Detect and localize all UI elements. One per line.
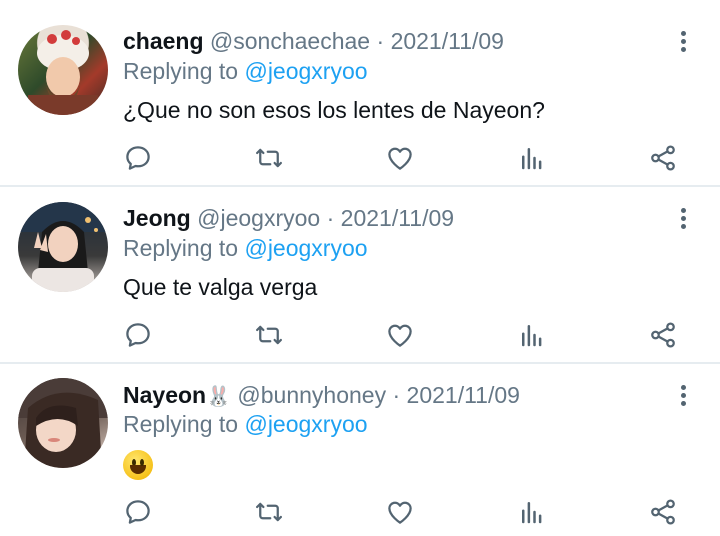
avatar[interactable]	[18, 202, 108, 292]
analytics-icon[interactable]	[515, 495, 549, 529]
user-handle[interactable]: @sonchaechae	[210, 28, 370, 54]
replying-prefix: Replying to	[123, 235, 239, 261]
tweet-actions	[0, 495, 720, 529]
more-options-icon[interactable]	[674, 205, 692, 233]
user-handle[interactable]: @bunnyhoney	[237, 382, 386, 408]
share-icon[interactable]	[646, 141, 680, 175]
separator: ·	[376, 28, 385, 54]
reply-icon[interactable]	[121, 495, 155, 529]
analytics-icon[interactable]	[515, 318, 549, 352]
display-name[interactable]: chaeng	[123, 28, 204, 54]
tweet-header: Jeong @jeogxryoo · 2021/11/09	[123, 204, 454, 232]
avatar-photo	[18, 378, 108, 468]
like-icon[interactable]	[383, 318, 417, 352]
tweet-header: Nayeon🐰 @bunnyhoney · 2021/11/09	[123, 381, 520, 411]
tweet[interactable]: Jeong @jeogxryoo · 2021/11/09 Replying t…	[0, 187, 720, 363]
mention-link[interactable]: @jeogxryoo	[244, 411, 367, 437]
retweet-icon[interactable]	[252, 495, 286, 529]
reply-icon[interactable]	[121, 141, 155, 175]
avatar[interactable]	[18, 25, 108, 115]
tweet[interactable]: chaeng @sonchaechae · 2021/11/09 Replyin…	[0, 0, 720, 186]
share-icon[interactable]	[646, 495, 680, 529]
bunny-emoji: 🐰	[206, 386, 231, 408]
mention-link[interactable]: @jeogxryoo	[244, 58, 367, 84]
replying-to: Replying to @jeogxryoo	[123, 410, 368, 438]
tweet-header: chaeng @sonchaechae · 2021/11/09	[123, 27, 504, 55]
tweet-actions	[0, 318, 720, 352]
avatar-photo	[18, 202, 108, 292]
mention-link[interactable]: @jeogxryoo	[244, 235, 367, 261]
replying-prefix: Replying to	[123, 411, 239, 437]
separator: ·	[326, 205, 335, 231]
avatar[interactable]	[18, 378, 108, 468]
avatar-photo	[28, 30, 98, 115]
replying-to: Replying to @jeogxryoo	[123, 234, 368, 262]
more-options-icon[interactable]	[674, 28, 692, 56]
display-name[interactable]: Jeong	[123, 205, 191, 231]
tweet-date[interactable]: 2021/11/09	[341, 205, 454, 231]
grinning-face-emoji	[123, 450, 153, 480]
like-icon[interactable]	[383, 141, 417, 175]
retweet-icon[interactable]	[252, 318, 286, 352]
replying-prefix: Replying to	[123, 58, 239, 84]
tweet-date[interactable]: 2021/11/09	[407, 382, 520, 408]
user-handle[interactable]: @jeogxryoo	[197, 205, 320, 231]
retweet-icon[interactable]	[252, 141, 286, 175]
tweet-actions	[0, 141, 720, 175]
tweet-text	[123, 450, 153, 480]
separator: ·	[392, 382, 401, 408]
tweet[interactable]: Nayeon🐰 @bunnyhoney · 2021/11/09 Replyin…	[0, 364, 720, 536]
analytics-icon[interactable]	[515, 141, 549, 175]
tweet-text: Que te valga verga	[123, 274, 318, 300]
like-icon[interactable]	[383, 495, 417, 529]
display-name[interactable]: Nayeon	[123, 382, 206, 408]
share-icon[interactable]	[646, 318, 680, 352]
tweet-text: ¿Que no son esos los lentes de Nayeon?	[123, 97, 545, 123]
reply-icon[interactable]	[121, 318, 155, 352]
more-options-icon[interactable]	[674, 382, 692, 410]
replying-to: Replying to @jeogxryoo	[123, 57, 368, 85]
tweet-feed: chaeng @sonchaechae · 2021/11/09 Replyin…	[0, 0, 720, 536]
tweet-date[interactable]: 2021/11/09	[391, 28, 504, 54]
